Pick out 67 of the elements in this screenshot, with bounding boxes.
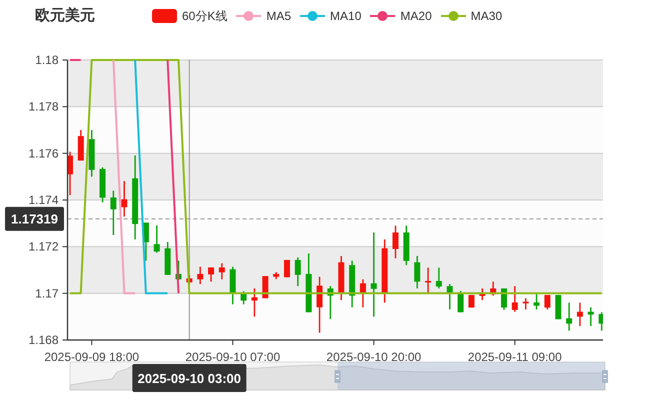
candlestick — [208, 267, 214, 282]
x-axis-label: 2025-09-09 18:00 — [44, 350, 140, 364]
y-axis-label: 1.176 — [28, 146, 58, 160]
candlestick — [588, 307, 594, 326]
candlestick — [327, 286, 334, 319]
zoom-handle[interactable] — [334, 370, 340, 383]
zoom-window[interactable] — [338, 362, 605, 390]
x-tick-label: 2025-09-10 03:00 — [138, 371, 242, 386]
candlestick — [479, 288, 486, 300]
chart-title: 欧元美元 — [35, 6, 96, 26]
candlestick — [273, 272, 280, 280]
candlestick — [598, 312, 603, 331]
candlestick — [534, 293, 540, 310]
legend-item[interactable]: MA5 — [236, 7, 292, 25]
ref-line-label: 1.17319 — [11, 211, 58, 226]
legend-item[interactable]: 60分K线 — [152, 7, 228, 25]
candlestick — [360, 279, 366, 308]
candlestick — [490, 282, 496, 296]
y-axis-label: 1.17 — [35, 286, 58, 300]
candlestick — [142, 222, 149, 261]
candlestick — [110, 190, 116, 235]
y-pointer-label: 1.17319 — [5, 206, 64, 231]
legend-item[interactable]: MA20 — [370, 7, 432, 25]
candlestick — [382, 239, 388, 303]
y-axis-label: 1.168 — [28, 333, 58, 347]
candlestick — [230, 266, 236, 304]
zoom-handle[interactable] — [602, 370, 608, 383]
candlestick — [338, 256, 344, 300]
legend-item[interactable]: MA30 — [440, 7, 502, 25]
candlestick — [436, 268, 442, 288]
candlestick — [566, 302, 572, 331]
candlestick — [240, 291, 247, 304]
y-axis-label: 1.178 — [28, 100, 58, 114]
candlestick — [88, 130, 95, 177]
candlestick — [176, 260, 182, 280]
candlestick — [121, 181, 128, 217]
candlestick — [218, 263, 225, 280]
candlestick — [425, 268, 432, 294]
candlestick — [446, 284, 453, 310]
candlestick — [186, 274, 192, 285]
x-axis-label: 2025-09-10 20:00 — [326, 350, 422, 364]
candlestick — [414, 256, 420, 288]
candlestick — [306, 253, 312, 312]
candlestick — [294, 257, 301, 286]
candlestick — [576, 302, 583, 326]
x-axis-label: 2025-09-11 09:00 — [468, 350, 562, 364]
candlestick — [392, 226, 398, 258]
candlestick — [458, 291, 464, 312]
candlestick — [284, 260, 290, 278]
candlestick — [522, 298, 529, 310]
y-axis-label: 1.172 — [28, 240, 58, 254]
x-pointer-label: 2025-09-10 03:00 — [132, 364, 246, 392]
candlestick — [100, 167, 106, 202]
candlestick — [251, 288, 258, 317]
candlestick — [78, 130, 84, 161]
y-axis-label: 1.18 — [35, 53, 58, 67]
x-axis-label: 2025-09-10 07:00 — [185, 350, 280, 364]
candlestick — [349, 260, 356, 308]
candlestick — [197, 266, 204, 284]
legend-item[interactable]: MA10 — [300, 7, 362, 25]
candlestick — [68, 152, 73, 196]
candlestick — [164, 242, 171, 275]
candlestick — [316, 276, 323, 333]
candlestick — [154, 225, 160, 253]
candlestick — [403, 226, 410, 266]
candlestick — [512, 286, 518, 312]
y-axis-label: 1.174 — [28, 193, 58, 207]
